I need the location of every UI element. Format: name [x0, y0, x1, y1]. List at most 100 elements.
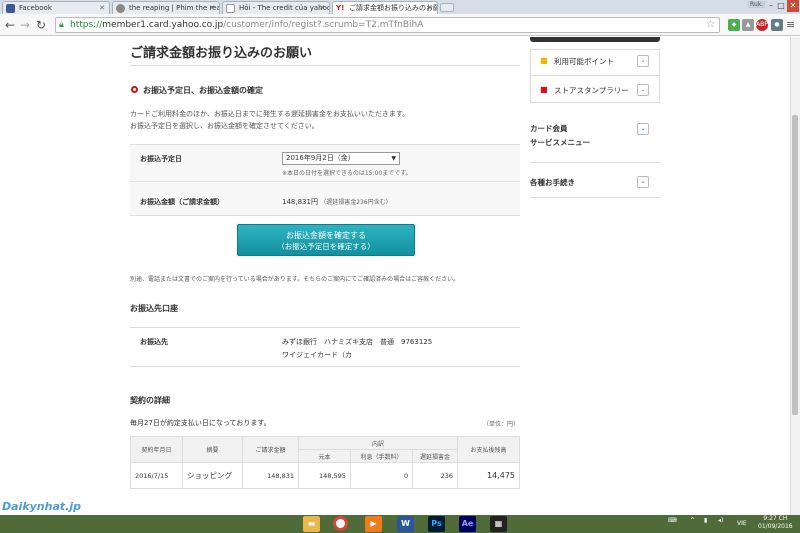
maximize-icon[interactable]: □: [776, 0, 786, 12]
notice-text: 別途、電話または文書でのご案内を行っている場合があります。そちらのご案内にてご確…: [130, 276, 460, 283]
contract-table: 契約年月日 摘要 ご請求金額 内訳 お支払後残高 元本 利息（手数料） 遅延損害…: [130, 436, 520, 489]
watermark-logo: Daikynhat.jp: [2, 500, 81, 513]
extension-icon[interactable]: ▲: [742, 19, 754, 31]
cell-date: 2016/7/15: [130, 462, 183, 489]
cell-principal: 148,595: [298, 462, 351, 489]
menu-icon[interactable]: ≡: [786, 18, 795, 32]
scrollbar-thumb[interactable]: [792, 115, 798, 415]
divider: [530, 197, 660, 198]
tab-hoi-credit[interactable]: Hỏi - The credit của yahoo ✕: [222, 1, 330, 14]
table-row: 2016/7/15 ショッピング 148,831 148,595 0 236 1…: [130, 462, 520, 489]
video-editor-icon[interactable]: ▦: [490, 516, 507, 532]
page-title: ご請求金額お振り込みのお願い: [130, 46, 313, 61]
extension-icon[interactable]: ●: [771, 19, 783, 31]
file-explorer-icon[interactable]: ▬: [303, 516, 320, 532]
unit-label: （単位：円）: [483, 421, 520, 428]
reload-icon[interactable]: ↻: [36, 18, 46, 32]
new-tab-button[interactable]: [440, 3, 454, 12]
account-heading: お振込先口座: [130, 304, 178, 313]
profile-badge[interactable]: Ruk.: [748, 1, 766, 8]
chevron-down-icon[interactable]: ⌄: [637, 123, 649, 135]
adblock-icon[interactable]: ABP: [756, 19, 768, 31]
forward-icon[interactable]: →: [20, 18, 30, 32]
date-select[interactable]: 2016年9月2日（金） ▼: [282, 152, 400, 165]
bookmark-star-icon[interactable]: ☆: [706, 18, 715, 32]
date-label: お振込予定日: [140, 155, 182, 163]
divider: [130, 65, 520, 66]
section-heading: お振込予定日、お振込金額の確定: [130, 85, 263, 96]
sidebar-item-stamp[interactable]: ■ ストアスタンプラリー ⌄: [530, 84, 660, 96]
tab-the-reaping[interactable]: the reaping | Phim the rea ✕: [112, 1, 220, 14]
page-content: ご請求金額お振り込みのお願い お振込予定日、お振込金額の確定 カードご利用料金の…: [0, 37, 790, 515]
account-label: お振込先: [140, 338, 168, 346]
tab-facebook[interactable]: Facebook ✕: [2, 1, 110, 14]
th-breakdown: 内訳: [298, 436, 458, 450]
th-late-fee: 遅延損害金: [412, 449, 458, 463]
language-indicator[interactable]: VIE: [737, 520, 747, 527]
close-tab-icon[interactable]: ✕: [427, 2, 433, 14]
account-info: お振込先 みずほ銀行 ハナミズキ支店 普通 9763125 ワイジェイカード（カ: [130, 327, 520, 367]
close-tab-icon[interactable]: ✕: [99, 2, 105, 14]
th-billed: ご請求金額: [242, 436, 299, 463]
after-effects-icon[interactable]: Ae: [459, 516, 476, 532]
page-icon: [116, 4, 125, 13]
lock-icon: 🔒︎: [59, 20, 64, 30]
close-tab-icon[interactable]: ✕: [209, 2, 215, 14]
close-window-icon[interactable]: ✕: [787, 0, 799, 12]
divider: [130, 181, 520, 182]
minimize-icon[interactable]: –: [766, 0, 776, 12]
cell-type: ショッピング: [182, 462, 243, 489]
payment-form: お振込予定日 2016年9月2日（金） ▼ ※本日の日付を選択できるのは15:0…: [130, 144, 520, 216]
amount-value: 148,831円 （遅延損害金236円含む）: [282, 198, 392, 206]
contract-intro: 毎月27日が約定支払い日になっております。: [130, 419, 271, 427]
th-interest: 利息（手数料）: [349, 449, 414, 463]
sidebar-item-points[interactable]: ■ 利用可能ポイント ⌄: [530, 55, 660, 67]
th-remaining: お支払後残高: [457, 436, 520, 463]
th-date: 契約年月日: [130, 436, 183, 463]
divider: [530, 162, 660, 163]
facebook-icon: [6, 4, 15, 13]
date-note: ※本日の日付を選択できるのは15:00までです。: [282, 170, 412, 177]
sidebar-top-bar: [530, 37, 660, 42]
tab-yahoo-card[interactable]: Y! ご請求金額お振り込みのお願 ✕: [332, 1, 438, 14]
amount-label: お振込金額（ご請求金額）: [140, 198, 224, 206]
photoshop-icon[interactable]: Ps: [428, 516, 445, 532]
cell-remaining: 14,475: [457, 462, 520, 489]
th-principal: 元本: [298, 449, 351, 463]
keyboard-icon[interactable]: ⌨: [668, 517, 677, 524]
contract-heading: 契約の詳細: [130, 396, 170, 405]
address-bar[interactable]: 🔒︎ https://member1.card.yahoo.co.jp/cust…: [55, 17, 720, 33]
dropdown-arrow-icon: ▼: [391, 155, 396, 162]
confirm-amount-button[interactable]: お振込金額を確定する （お振込予定日を確定する）: [237, 224, 415, 256]
windows-taskbar: ▬ ▶ W Ps Ae ▦ ⌨ ^ ▮ ◂) VIE 9:27 CH 01/09…: [0, 515, 800, 533]
stamp-icon: ■: [540, 85, 548, 94]
account-holder: ワイジェイカード（カ: [282, 351, 352, 359]
chrome-icon[interactable]: [333, 516, 348, 531]
close-tab-icon[interactable]: ✕: [319, 2, 325, 14]
chevron-down-icon[interactable]: ⌄: [637, 55, 649, 67]
cell-late-fee: 236: [412, 462, 458, 489]
chevron-down-icon[interactable]: ⌄: [637, 176, 649, 188]
browser-toolbar: ← → ↻ 🔒︎ https://member1.card.yahoo.co.j…: [0, 14, 800, 36]
network-icon[interactable]: ▮: [704, 517, 707, 524]
document-icon: [226, 4, 235, 13]
points-icon: ■: [540, 56, 548, 65]
chevron-down-icon[interactable]: ⌄: [637, 84, 649, 96]
media-player-icon[interactable]: ▶: [365, 516, 382, 532]
tray-up-icon[interactable]: ^: [690, 517, 695, 524]
clock[interactable]: 9:27 CH 01/09/2016: [758, 515, 793, 531]
word-icon[interactable]: W: [397, 516, 414, 532]
bank-account: みずほ銀行 ハナミズキ支店 普通 9763125: [282, 338, 433, 346]
description: カードご利用料金のほか、お振込日までに発生する遅延損害金をお支払いいただきます。…: [130, 110, 410, 130]
bullet-icon: [131, 86, 138, 93]
cell-billed: 148,831: [242, 462, 299, 489]
cell-interest: 0: [349, 462, 414, 489]
volume-icon[interactable]: ◂): [718, 517, 723, 524]
th-type: 摘要: [182, 436, 243, 463]
yahoo-icon: Y!: [336, 4, 345, 13]
extension-icon[interactable]: ◆: [728, 19, 740, 31]
sidebar-item-services[interactable]: カード会員 サービスメニュー ⌄: [530, 123, 660, 148]
browser-tab-bar: Facebook ✕ the reaping | Phim the rea ✕ …: [0, 0, 800, 14]
back-icon[interactable]: ←: [5, 18, 15, 32]
sidebar-item-procedures[interactable]: 各種お手続き ⌄: [530, 176, 660, 188]
